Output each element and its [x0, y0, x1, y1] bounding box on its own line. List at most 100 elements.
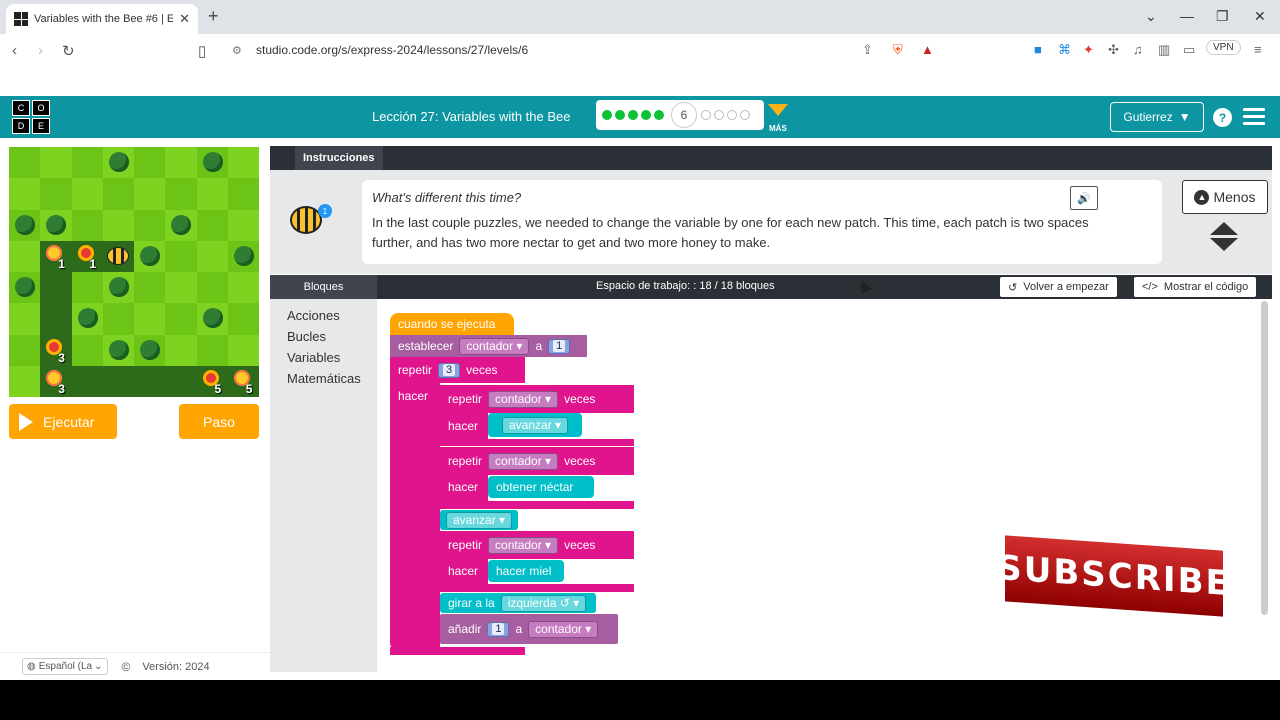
- page-footer: ◍ Español (La ⌄ © Versión: 2024: [0, 652, 270, 680]
- tree-icon: [202, 308, 223, 329]
- workspace-scrollbar[interactable]: [1261, 301, 1268, 615]
- more-chevron-icon[interactable]: [768, 104, 788, 116]
- vpn-button[interactable]: VPN: [1206, 40, 1241, 55]
- tab-list-chevron-icon[interactable]: ⌄: [1145, 8, 1157, 25]
- variable-dropdown[interactable]: contador ▾: [488, 390, 559, 408]
- extension-b-icon[interactable]: ■: [1034, 42, 1042, 57]
- help-button[interactable]: ?: [1213, 108, 1232, 127]
- level-dot-completed[interactable]: [654, 110, 664, 120]
- set-variable-block[interactable]: establecer contador ▾ a 1: [390, 335, 587, 357]
- move-forward-block[interactable]: avanzar ▾: [440, 510, 519, 530]
- collapse-instructions-button[interactable]: ▲ Menos: [1182, 180, 1268, 214]
- move-label: avanzar: [509, 418, 552, 432]
- grass-tile: [40, 178, 72, 210]
- variable-dropdown[interactable]: contador ▾: [488, 536, 559, 554]
- letterbox-bar: [0, 680, 1280, 720]
- browser-tab[interactable]: Variables with the Bee #6 | Exp ✕: [6, 4, 198, 34]
- grass-tile: [134, 272, 166, 304]
- run-button[interactable]: Ejecutar: [9, 404, 117, 439]
- count-label: 5: [214, 381, 222, 396]
- grass-tile: [227, 178, 259, 210]
- restart-button[interactable]: ↺ Volver a empezar: [1000, 277, 1117, 297]
- bookmark-icon[interactable]: ▯: [198, 42, 206, 60]
- get-nectar-block[interactable]: obtener néctar: [488, 476, 594, 498]
- sidebar-icon[interactable]: ▥: [1158, 42, 1170, 58]
- turn-block[interactable]: girar a la izquierda ↺ ▾: [440, 593, 596, 613]
- extensions-puzzle-icon[interactable]: ✣: [1108, 42, 1119, 58]
- minimize-icon[interactable]: —: [1180, 8, 1194, 24]
- level-dot-pending[interactable]: [701, 110, 711, 120]
- logo-letter: O: [32, 100, 50, 116]
- toolbox-category-actions[interactable]: Acciones: [270, 305, 377, 326]
- rewards-triangle-icon[interactable]: ▲: [921, 42, 934, 57]
- more-label[interactable]: MÁS: [769, 124, 787, 133]
- lesson-title[interactable]: Lección 27: Variables with the Bee: [372, 109, 571, 124]
- move-dropdown[interactable]: avanzar ▾: [446, 511, 513, 529]
- browser-menu-icon[interactable]: ≡: [1254, 42, 1262, 57]
- variable-dropdown[interactable]: contador ▾: [459, 337, 530, 355]
- text-to-speech-icon[interactable]: 🔊: [1070, 186, 1098, 210]
- level-dot-completed[interactable]: [628, 110, 638, 120]
- language-select[interactable]: ◍ Español (La ⌄: [22, 658, 108, 675]
- reload-icon[interactable]: ↻: [62, 42, 75, 60]
- repeat-label: repetir: [448, 538, 483, 552]
- repeat-honey-header: repetir contador ▾ veces: [440, 531, 603, 559]
- back-icon[interactable]: ‹: [12, 42, 17, 59]
- close-tab-icon[interactable]: ✕: [179, 11, 190, 27]
- variable-dropdown[interactable]: contador ▾: [488, 452, 559, 470]
- make-honey-block[interactable]: hacer miel: [488, 560, 564, 582]
- when-run-block[interactable]: cuando se ejecuta: [390, 313, 514, 335]
- hamburger-menu-icon[interactable]: [1243, 108, 1265, 129]
- code-logo[interactable]: C O D E: [12, 100, 50, 134]
- toolbox-category-variables[interactable]: Variables: [270, 347, 377, 368]
- wallet-icon[interactable]: ▭: [1183, 42, 1195, 58]
- blockly-workspace[interactable]: cuando se ejecuta establecer contador ▾ …: [377, 299, 1272, 672]
- maximize-icon[interactable]: ❐: [1216, 8, 1229, 25]
- to-label: a: [535, 339, 543, 353]
- forward-icon[interactable]: ›: [38, 42, 43, 59]
- music-icon[interactable]: ♫: [1133, 42, 1143, 57]
- logo-letter: C: [12, 100, 30, 116]
- level-dot-completed[interactable]: [602, 110, 612, 120]
- grass-tile: [196, 334, 228, 366]
- toolbox-category-loops[interactable]: Bucles: [270, 326, 377, 347]
- level-dot-completed[interactable]: [641, 110, 651, 120]
- brave-shield-icon[interactable]: ⛨: [893, 42, 903, 58]
- new-tab-icon[interactable]: +: [208, 6, 219, 27]
- resize-arrows-icon[interactable]: [1210, 222, 1238, 251]
- workspace-title: Espacio de trabajo: : 18 / 18 bloques: [596, 280, 775, 292]
- turn-direction-dropdown[interactable]: izquierda ↺ ▾: [500, 594, 587, 612]
- tree-icon: [140, 245, 160, 266]
- site-info-icon[interactable]: ⚙: [232, 44, 246, 57]
- move-forward-block[interactable]: avanzar ▾: [488, 413, 583, 437]
- logo-letter: E: [32, 118, 50, 134]
- translate-icon[interactable]: ⌘: [1058, 42, 1071, 58]
- hint-badge[interactable]: 1: [318, 204, 332, 218]
- variable-dropdown[interactable]: contador ▾: [528, 620, 599, 638]
- restart-icon: ↺: [1008, 281, 1018, 294]
- show-code-button[interactable]: </> Mostrar el código: [1134, 277, 1257, 297]
- number-input[interactable]: 1: [487, 621, 510, 637]
- toolbox-category-math[interactable]: Matemáticas: [270, 368, 377, 389]
- share-icon[interactable]: ⇪: [862, 42, 873, 58]
- number-input[interactable]: 1: [548, 338, 571, 354]
- level-dot-pending[interactable]: [714, 110, 724, 120]
- user-menu-button[interactable]: Gutierrez ▼: [1110, 102, 1204, 132]
- level-dot-pending[interactable]: [727, 110, 737, 120]
- address-bar[interactable]: ⚙ studio.code.org/s/express-2024/lessons…: [222, 38, 952, 62]
- change-variable-block[interactable]: añadir 1 a contador ▾: [440, 614, 618, 644]
- repeat-outer-header: repetir 3 veces: [390, 357, 506, 383]
- grass-tile: [102, 178, 134, 210]
- copyright-icon[interactable]: ©: [122, 660, 131, 674]
- tab-instructions[interactable]: Instrucciones: [295, 146, 383, 170]
- close-window-icon[interactable]: ✕: [1254, 8, 1266, 25]
- megaphone-icon[interactable]: ✦: [1083, 42, 1094, 58]
- url-text: studio.code.org/s/express-2024/lessons/2…: [256, 43, 529, 57]
- level-dot-completed[interactable]: [615, 110, 625, 120]
- current-level-bubble[interactable]: 6: [671, 102, 697, 128]
- move-dropdown[interactable]: avanzar ▾: [502, 416, 569, 434]
- level-dot-pending[interactable]: [740, 110, 750, 120]
- repeat-count-input[interactable]: 3: [438, 362, 461, 378]
- to-label: a: [515, 622, 523, 636]
- step-button[interactable]: Paso: [179, 404, 259, 439]
